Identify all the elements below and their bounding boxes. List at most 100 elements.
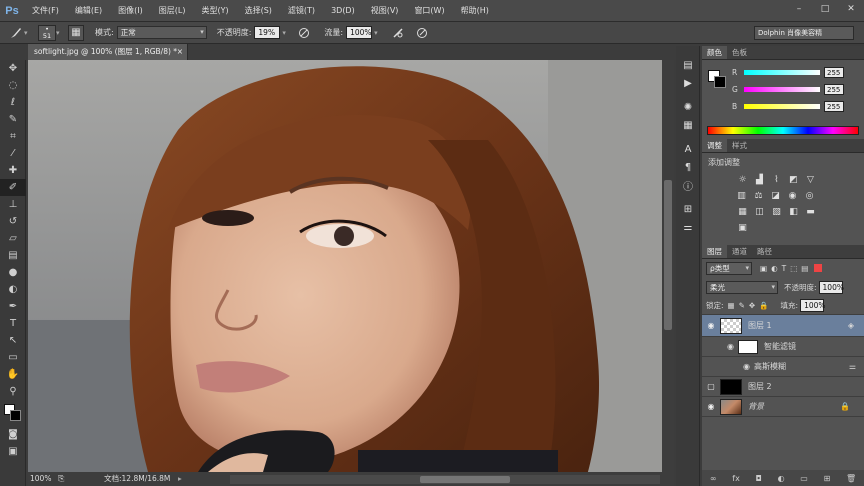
- b-slider[interactable]: [744, 104, 820, 109]
- horizontal-scroll-thumb[interactable]: [420, 476, 510, 483]
- screen-mode-icon[interactable]: ▣: [0, 443, 26, 460]
- color-spectrum-bar[interactable]: [707, 126, 859, 135]
- visibility-eye-icon[interactable]: ◉: [702, 321, 720, 330]
- delete-layer-icon[interactable]: 🗑: [846, 474, 856, 483]
- smart-filter-badge-icon[interactable]: ◈: [848, 321, 854, 330]
- layer2-visibility-box[interactable]: ▢: [702, 382, 720, 391]
- brush-presets-icon[interactable]: ▦: [676, 116, 700, 134]
- color-swatches[interactable]: [0, 402, 26, 426]
- blend-mode-dropdown[interactable]: 柔光: [706, 280, 778, 294]
- history-brush-tool-icon[interactable]: ↺: [0, 213, 26, 230]
- menu-item-3[interactable]: 图层(L): [151, 0, 194, 22]
- photo-filter-icon[interactable]: ◉: [785, 189, 800, 203]
- info-panel-icon[interactable]: ⓘ: [676, 176, 700, 194]
- document-tab[interactable]: softlight.jpg @ 100% (图层 1, RGB/8) * ×: [28, 44, 188, 60]
- black-white-icon[interactable]: ◪: [768, 189, 783, 203]
- smart-filter-eye-icon[interactable]: ◉: [702, 342, 738, 351]
- vertical-scroll-thumb[interactable]: [664, 180, 672, 330]
- pressure-size-icon[interactable]: [414, 25, 430, 41]
- layer-row-background[interactable]: ◉ 背景 🔒: [702, 397, 864, 417]
- layer-kind-filter[interactable]: ρ类型: [706, 261, 752, 275]
- menu-item-8[interactable]: 视图(V): [363, 0, 407, 22]
- quick-select-tool-icon[interactable]: ✎: [0, 111, 26, 128]
- character-panel-icon[interactable]: A: [676, 140, 700, 158]
- add-mask-icon[interactable]: ◘: [756, 474, 762, 483]
- brush-tool-icon[interactable]: [8, 25, 24, 41]
- brush-picker-chevron-icon[interactable]: ▾: [56, 29, 64, 37]
- brush-size-picker[interactable]: • 51: [38, 24, 56, 41]
- layer-row-smart-filter[interactable]: ◉ 智能滤镜: [702, 337, 864, 357]
- tab-styles[interactable]: 样式: [727, 139, 752, 152]
- mode-dropdown[interactable]: 正常: [116, 26, 207, 39]
- menu-item-0[interactable]: 文件(F): [24, 0, 67, 22]
- close-document-icon[interactable]: ×: [177, 44, 183, 60]
- tab-layers[interactable]: 图层: [702, 245, 727, 258]
- crop-tool-icon[interactable]: ⌗: [0, 128, 26, 145]
- layer-opacity-field[interactable]: 100%: [818, 280, 844, 294]
- tab-color[interactable]: 颜色: [702, 46, 727, 59]
- smart-filter-mask[interactable]: [738, 339, 758, 354]
- lock-icons[interactable]: ▦✎✥🔒: [728, 301, 773, 310]
- menu-item-5[interactable]: 选择(S): [237, 0, 280, 22]
- document-canvas[interactable]: [28, 60, 662, 472]
- b-value[interactable]: 255: [824, 101, 844, 112]
- levels-icon[interactable]: ▟: [752, 173, 767, 187]
- layer2-name[interactable]: 图层 2: [748, 381, 772, 392]
- tool-presets-icon[interactable]: ⚌: [676, 218, 700, 236]
- menu-item-4[interactable]: 类型(Y): [193, 0, 236, 22]
- marquee-tool-icon[interactable]: ◌: [0, 77, 26, 94]
- vertical-scrollbar[interactable]: [662, 60, 674, 472]
- new-group-icon[interactable]: ▭: [800, 474, 808, 483]
- tab-paths[interactable]: 路径: [752, 245, 777, 258]
- menu-item-2[interactable]: 图像(I): [110, 0, 151, 22]
- background-color-swatch[interactable]: [10, 410, 21, 421]
- background-name[interactable]: 背景: [748, 401, 764, 412]
- pressure-opacity-icon[interactable]: [296, 25, 312, 41]
- menu-item-1[interactable]: 编辑(E): [67, 0, 110, 22]
- hue-saturation-icon[interactable]: ▥: [734, 189, 749, 203]
- layer-row-gaussian-blur[interactable]: ◉ 高斯模糊 ⚌: [702, 357, 864, 377]
- workspace-dropdown[interactable]: Dolphin 肖像美容精: [754, 26, 854, 40]
- path-select-tool-icon[interactable]: ↖: [0, 332, 26, 349]
- status-menu-arrow-icon[interactable]: ▸: [178, 472, 182, 486]
- g-slider[interactable]: [744, 87, 820, 92]
- healing-brush-tool-icon[interactable]: ✚: [0, 162, 26, 179]
- selective-color-icon[interactable]: ▣: [735, 221, 750, 235]
- filter-toggle-icon[interactable]: [814, 264, 823, 272]
- background-eye-icon[interactable]: ◉: [702, 402, 720, 411]
- fill-field[interactable]: 100%: [800, 299, 826, 312]
- invert-icon[interactable]: ◫: [752, 205, 767, 219]
- color-balance-icon[interactable]: ⚖: [751, 189, 766, 203]
- layer1-name[interactable]: 图层 1: [748, 320, 772, 331]
- smart-filter-name[interactable]: 智能滤镜: [764, 341, 796, 352]
- history-panel-icon[interactable]: ▤: [676, 56, 700, 74]
- blur-tool-icon[interactable]: ●: [0, 264, 26, 281]
- menu-item-10[interactable]: 帮助(H): [453, 0, 497, 22]
- export-icon[interactable]: ⎘: [58, 472, 64, 486]
- tab-swatches[interactable]: 色板: [727, 46, 752, 59]
- brightness-icon[interactable]: ☼: [735, 173, 750, 187]
- threshold-icon[interactable]: ◧: [786, 205, 801, 219]
- maximize-button[interactable]: □: [812, 0, 838, 18]
- tab-channels[interactable]: 通道: [727, 245, 752, 258]
- r-slider[interactable]: [744, 70, 820, 75]
- exposure-icon[interactable]: ◩: [786, 173, 801, 187]
- vibrance-icon[interactable]: ▽: [803, 173, 818, 187]
- brush-tool-icon-active[interactable]: ✐: [0, 179, 26, 196]
- link-layers-icon[interactable]: ∞: [710, 474, 717, 483]
- channel-mixer-icon[interactable]: ◎: [802, 189, 817, 203]
- gaussian-blur-name[interactable]: 高斯模糊: [754, 361, 786, 372]
- bg-color-swatch[interactable]: [714, 76, 726, 88]
- menu-item-7[interactable]: 3D(D): [323, 0, 363, 22]
- tool-preset-chevron-icon[interactable]: ▾: [24, 29, 32, 37]
- adjustment-layer-icon[interactable]: ◐: [778, 474, 785, 483]
- brush-panel-toggle-icon[interactable]: ▦: [68, 24, 84, 41]
- layer-filter-icons[interactable]: ▣◐T⬚▤: [760, 264, 812, 273]
- gradient-map-icon[interactable]: ▬: [803, 205, 818, 219]
- dodge-tool-icon[interactable]: ◐: [0, 281, 26, 298]
- quick-mask-icon[interactable]: ◙: [0, 426, 26, 443]
- r-value[interactable]: 255: [824, 67, 844, 78]
- menu-item-9[interactable]: 窗口(W): [406, 0, 452, 22]
- eyedropper-tool-icon[interactable]: ⁄: [0, 145, 26, 162]
- curves-icon[interactable]: ⌇: [769, 173, 784, 187]
